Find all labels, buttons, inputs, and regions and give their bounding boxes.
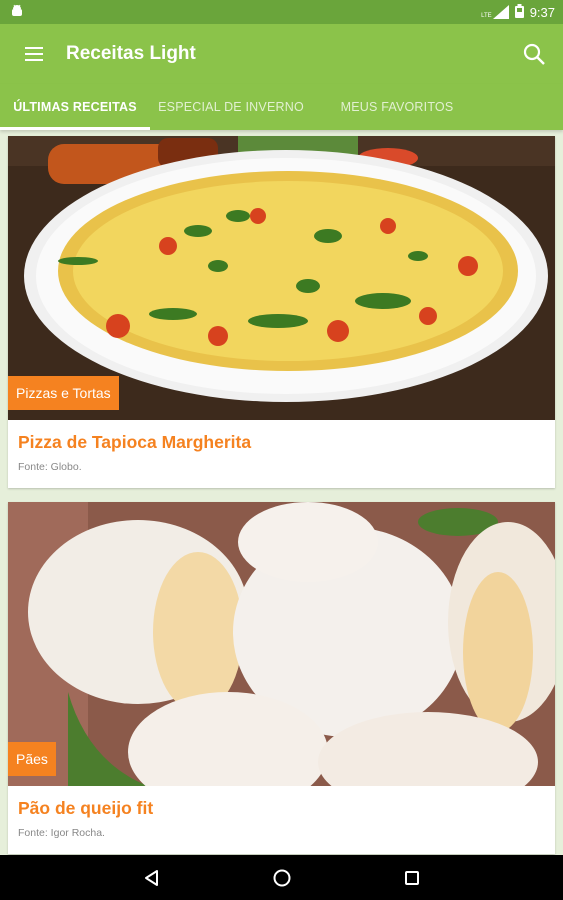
recipe-source: Fonte: Igor Rocha. (18, 827, 105, 839)
category-badge[interactable]: Pizzas e Tortas (8, 376, 119, 410)
hamburger-menu-icon (25, 47, 43, 61)
recipe-image-pizza: Pizzas e Tortas (8, 136, 555, 420)
recents-square-icon (404, 870, 419, 885)
system-nav-bar (0, 855, 563, 900)
status-indicators: LTE 9:37 (481, 3, 555, 21)
search-button[interactable] (519, 39, 549, 69)
recipe-source: Fonte: Globo. (18, 461, 82, 473)
recipe-title[interactable]: Pizza de Tapioca Margherita (18, 432, 545, 453)
recipe-card[interactable]: Pães Pão de queijo fit Fonte: Igor Rocha… (8, 502, 555, 854)
tab-meus-favoritos[interactable]: MEUS FAVORITOS (312, 84, 482, 130)
tab-bar: ÚLTIMAS RECEITAS ESPECIAL DE INVERNO MEU… (0, 84, 563, 130)
tab-ultimas-receitas[interactable]: ÚLTIMAS RECEITAS (0, 84, 150, 130)
app-bar: Receitas Light (0, 24, 563, 84)
back-triangle-icon (144, 869, 158, 886)
status-time: 9:37 (529, 4, 555, 20)
search-icon (523, 43, 545, 65)
recipe-card[interactable]: Pizzas e Tortas Pizza de Tapioca Margher… (8, 136, 555, 488)
menu-button[interactable] (22, 42, 46, 66)
android-icon (10, 4, 24, 21)
home-button[interactable] (262, 858, 302, 898)
recipe-card-body: Pizza de Tapioca Margherita Fonte: Globo… (8, 420, 555, 488)
network-label: LTE (481, 13, 492, 19)
back-button[interactable] (132, 858, 172, 898)
category-badge[interactable]: Pães (8, 742, 56, 776)
home-circle-icon (273, 869, 290, 886)
status-bar: LTE 9:37 (0, 0, 563, 24)
recents-button[interactable] (392, 858, 432, 898)
recipe-feed[interactable]: Pizzas e Tortas Pizza de Tapioca Margher… (0, 130, 563, 855)
recipe-title[interactable]: Pão de queijo fit (18, 798, 545, 819)
battery-icon (514, 3, 524, 21)
recipe-card-body: Pão de queijo fit Fonte: Igor Rocha. (8, 786, 555, 854)
app-title: Receitas Light (66, 43, 196, 64)
tab-especial-de-inverno[interactable]: ESPECIAL DE INVERNO (150, 84, 312, 130)
recipe-image-pao-de-queijo: Pães (8, 502, 555, 786)
signal-icon: LTE (481, 5, 509, 19)
